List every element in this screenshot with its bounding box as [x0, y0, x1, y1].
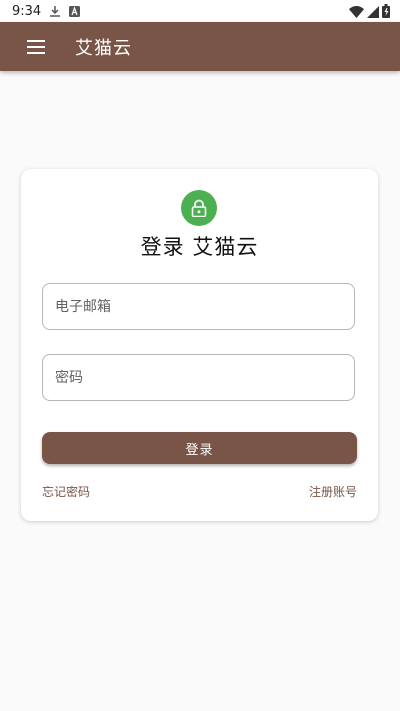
battery-icon [382, 3, 390, 22]
password-field-container [42, 354, 355, 401]
login-card: 登录 艾猫云 登录 忘记密码 注册账号 [21, 169, 378, 521]
app-title: 艾猫云 [75, 37, 132, 59]
email-field-container [42, 283, 355, 330]
lock-icon [181, 190, 217, 226]
a-icon [69, 5, 81, 17]
app-bar: 艾猫云 [0, 22, 400, 71]
wifi-icon [349, 3, 364, 22]
password-field[interactable] [43, 355, 354, 400]
download-icon [49, 5, 61, 18]
register-link[interactable]: 注册账号 [309, 483, 357, 500]
email-field[interactable] [43, 284, 354, 329]
hamburger-menu-icon[interactable] [23, 34, 49, 60]
forgot-password-link[interactable]: 忘记密码 [42, 483, 90, 500]
login-button[interactable]: 登录 [42, 432, 357, 464]
signal-icon [367, 3, 379, 22]
login-title: 登录 艾猫云 [140, 235, 259, 259]
status-bar: 9:34 [0, 0, 400, 22]
status-time: 9:34 [12, 3, 42, 19]
